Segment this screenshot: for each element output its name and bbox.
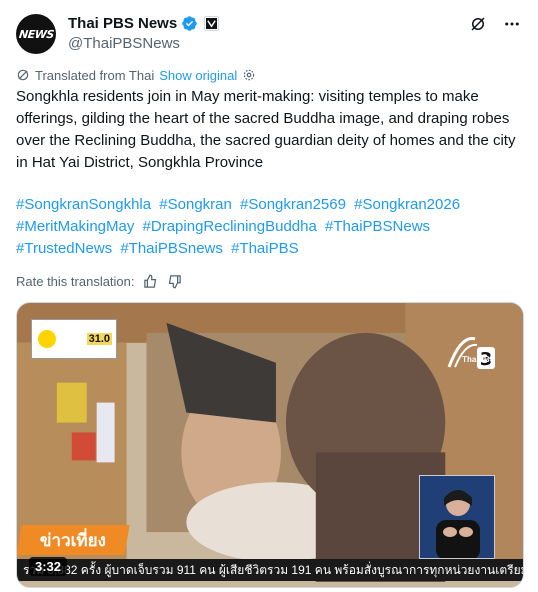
thaipbs-logo-icon: 3: [447, 337, 495, 370]
post-header: NEWS Thai PBS News @ThaiPBSNews: [16, 12, 522, 60]
hashtag[interactable]: #Songkran2569: [240, 196, 346, 213]
show-original-link[interactable]: Show original: [159, 68, 237, 83]
hashtag[interactable]: #SongkranSongkhla: [16, 196, 151, 213]
thumbs-down-icon[interactable]: [167, 273, 183, 289]
verified-badge-icon[interactable]: [181, 15, 198, 32]
affiliate-badge-icon[interactable]: [204, 16, 220, 31]
sign-language-interpreter: [419, 475, 495, 559]
channel-label: ThaiPBS: [462, 355, 495, 364]
sun-icon: [38, 330, 56, 348]
translated-from-label: Translated from Thai: [35, 67, 155, 83]
hashtag[interactable]: #ThaiPBS: [231, 240, 299, 257]
thumbs-up-icon[interactable]: [143, 273, 159, 289]
avatar-text: NEWS: [17, 27, 55, 41]
video-duration: 3:32: [29, 557, 68, 576]
display-name[interactable]: Thai PBS News: [68, 15, 177, 32]
hashtag[interactable]: #DrapingRecliningBuddha: [143, 218, 317, 235]
hashtag-list: #SongkranSongkhla #Songkran #Songkran256…: [16, 194, 526, 260]
translate-icon: [17, 69, 29, 81]
hashtag[interactable]: #TrustedNews: [16, 240, 112, 257]
rate-translation: Rate this translation:: [16, 271, 183, 291]
handle[interactable]: @ThaiPBSNews: [68, 35, 180, 52]
hashtag[interactable]: #ThaiPBSNews: [325, 218, 430, 235]
rate-label: Rate this translation:: [16, 273, 135, 289]
show-logo-text: ข่าวเที่ยง: [40, 530, 106, 551]
news-show-logo: ข่าวเที่ยง: [17, 525, 130, 555]
weather-widget: 31.0: [31, 319, 117, 359]
hashtag[interactable]: #Songkran2026: [354, 196, 460, 213]
more-options-icon[interactable]: [502, 14, 522, 34]
hashtag[interactable]: #Songkran: [159, 196, 232, 213]
weather-temperature: 31.0: [86, 333, 112, 345]
name-row: Thai PBS News: [68, 15, 220, 32]
video-player[interactable]: 31.0 3 ThaiPBS ข่าวเที่ยง รวม 3,882 ครั้…: [16, 302, 524, 588]
post-text: Songkhla residents join in May merit-mak…: [16, 88, 516, 171]
news-ticker: รวม 3,882 ครั้ง ผู้บาดเจ็บรวม 911 คน ผู้…: [17, 559, 523, 581]
translation-notice: Translated from Thai Show original: [16, 66, 256, 84]
header-actions: [468, 14, 522, 34]
grok-icon[interactable]: [468, 14, 488, 34]
hashtag[interactable]: #ThaiPBSnews: [120, 240, 223, 257]
settings-gear-icon[interactable]: [242, 68, 256, 82]
hashtag[interactable]: #MeritMakingMay: [16, 218, 134, 235]
avatar[interactable]: NEWS: [16, 14, 56, 54]
